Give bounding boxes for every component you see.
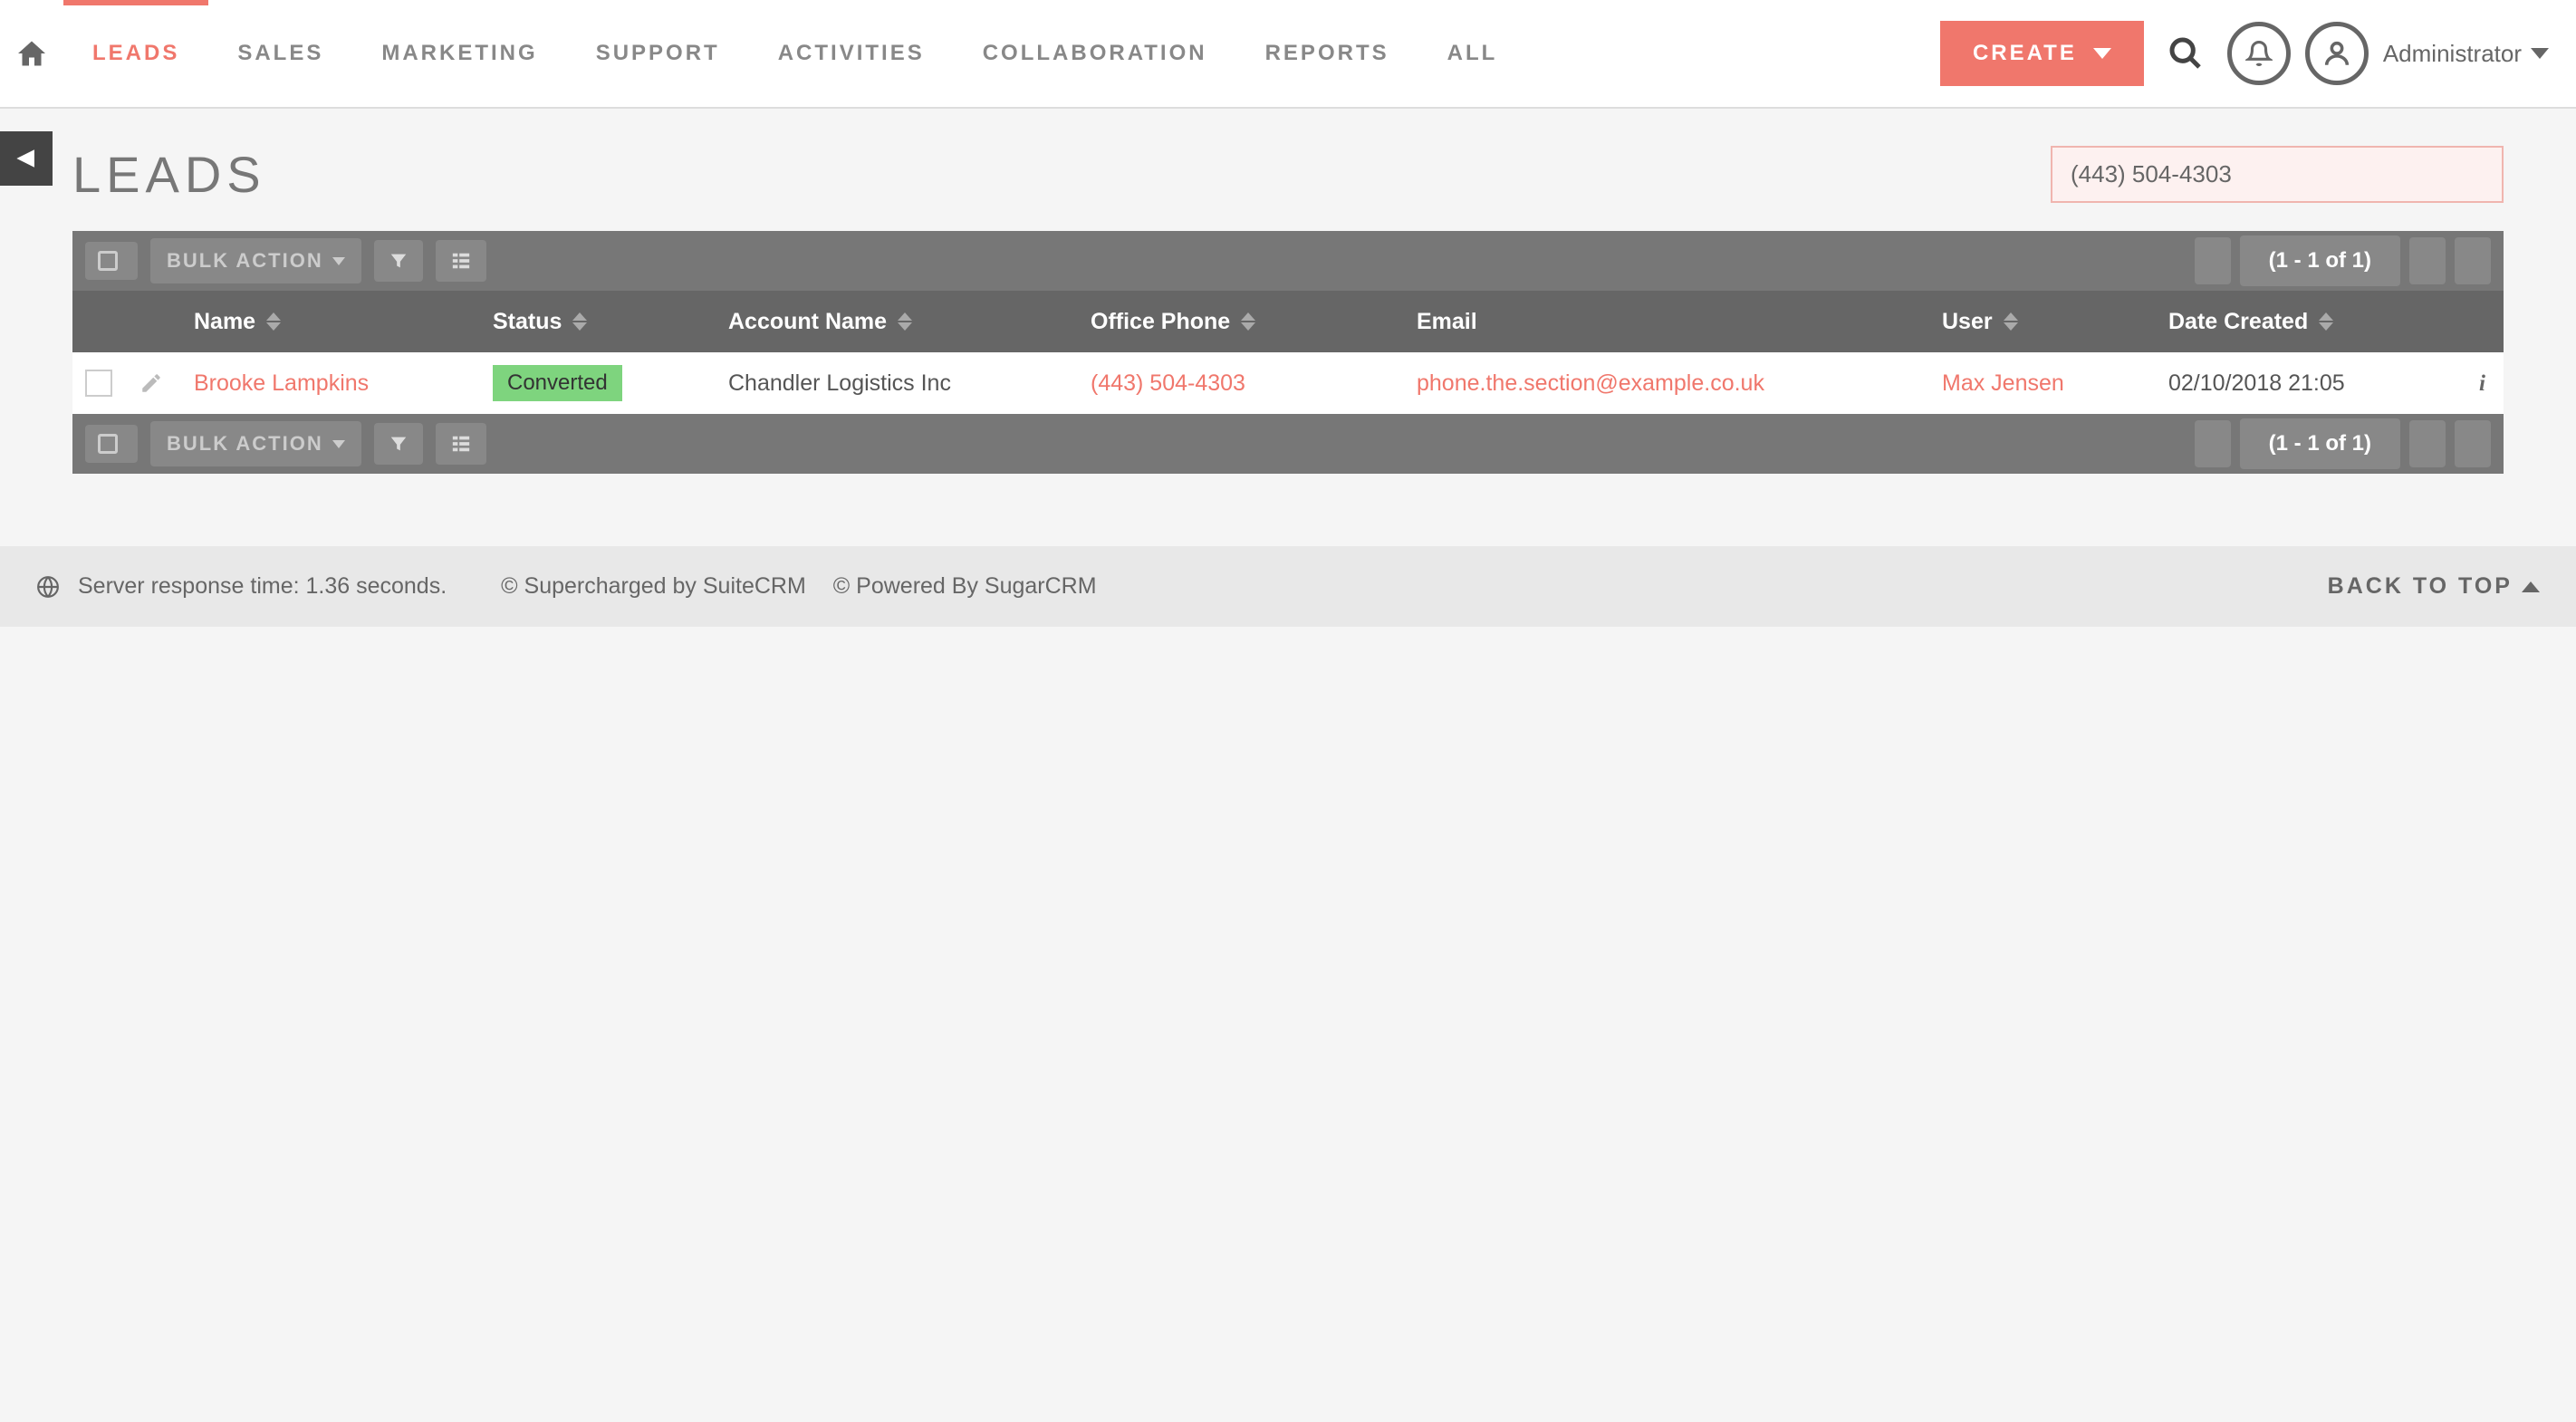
col-header-user[interactable]: User [1942,309,2168,335]
create-label: CREATE [1973,41,2077,66]
col-header-account[interactable]: Account Name [728,309,1091,335]
user-icon[interactable] [2305,22,2369,85]
chevron-down-icon [332,440,345,448]
sort-icon [898,312,912,331]
back-to-top-label: BACK TO TOP [2328,573,2513,600]
date-created: 02/10/2018 21:05 [2168,370,2431,397]
nav-tab-marketing[interactable]: MARKETING [352,0,566,107]
home-icon[interactable] [0,37,63,70]
top-nav: LEADS SALES MARKETING SUPPORT ACTIVITIES… [0,0,2576,109]
filter-button[interactable] [374,423,423,465]
notifications-icon[interactable] [2227,22,2291,85]
user-link[interactable]: Max Jensen [1942,370,2064,396]
page-header: LEADS [72,145,2504,204]
info-icon[interactable]: i [2479,371,2485,396]
chevron-up-icon [2522,581,2540,592]
table-row: Brooke Lampkins Converted Chandler Logis… [72,352,2504,414]
columns-button[interactable] [436,423,486,465]
col-header-date[interactable]: Date Created [2168,309,2431,335]
status-badge: Converted [493,365,622,401]
email-link[interactable]: phone.the.section@example.co.uk [1417,370,1764,396]
toolbar-top: BULK ACTION (1 - 1 of 1) [72,231,2504,291]
nav-tab-reports[interactable]: REPORTS [1236,0,1418,107]
toolbar-right: (1 - 1 of 1) [2195,235,2491,286]
search-input[interactable] [2051,146,2504,203]
page-next-button[interactable] [2409,237,2446,284]
page-first-button[interactable] [2195,420,2231,467]
filter-button[interactable] [374,240,423,282]
chevron-down-icon [2531,48,2549,59]
bulk-action-button[interactable]: BULK ACTION [150,238,361,283]
nav-tab-all[interactable]: ALL [1418,0,1527,107]
phone-link[interactable]: (443) 504-4303 [1091,370,1245,396]
col-header-name[interactable]: Name [194,309,493,335]
nav-tab-support[interactable]: SUPPORT [567,0,749,107]
sort-icon [2319,312,2333,331]
select-all-toggle[interactable] [85,425,138,463]
response-time: Server response time: 1.36 seconds. [78,573,447,600]
globe-icon [36,575,60,599]
page-last-button[interactable] [2455,420,2491,467]
page-next-button[interactable] [2409,420,2446,467]
columns-button[interactable] [436,240,486,282]
page-last-button[interactable] [2455,237,2491,284]
select-all-toggle[interactable] [85,242,138,280]
col-header-email[interactable]: Email [1417,309,1942,335]
back-to-top-button[interactable]: BACK TO TOP [2328,573,2540,600]
chevron-down-icon [332,257,345,265]
search-icon[interactable] [2158,35,2213,72]
admin-label: Administrator [2383,40,2522,68]
sort-icon [572,312,587,331]
content: LEADS BULK ACTION (1 - 1 of 1) Name Stat… [0,109,2576,474]
bulk-action-label: BULK ACTION [167,249,323,273]
nav-tab-collaboration[interactable]: COLLABORATION [954,0,1236,107]
checkbox-icon [98,434,118,454]
table-header: Name Status Account Name Office Phone Em… [72,291,2504,352]
row-checkbox[interactable] [85,370,112,397]
toolbar-bottom: BULK ACTION (1 - 1 of 1) [72,414,2504,474]
pagination-info: (1 - 1 of 1) [2240,418,2400,469]
sort-icon [2004,312,2018,331]
toolbar-right: (1 - 1 of 1) [2195,418,2491,469]
checkbox-icon [98,251,118,271]
nav-tabs: LEADS SALES MARKETING SUPPORT ACTIVITIES… [63,0,1940,107]
powered-link[interactable]: © Powered By SugarCRM [833,573,1097,600]
pagination-info: (1 - 1 of 1) [2240,235,2400,286]
chevron-down-icon [2093,48,2111,59]
page-title: LEADS [72,145,266,204]
nav-tab-activities[interactable]: ACTIVITIES [749,0,954,107]
col-header-status[interactable]: Status [493,309,728,335]
admin-menu[interactable]: Administrator [2383,40,2549,68]
edit-icon[interactable] [139,371,194,395]
footer: Server response time: 1.36 seconds. © Su… [0,546,2576,627]
topnav-right: CREATE Administrator [1940,21,2567,86]
bulk-action-button[interactable]: BULK ACTION [150,421,361,466]
lead-name-link[interactable]: Brooke Lampkins [194,370,369,396]
nav-tab-sales[interactable]: SALES [208,0,352,107]
bulk-action-label: BULK ACTION [167,432,323,456]
side-panel-toggle[interactable] [0,131,53,186]
create-button[interactable]: CREATE [1940,21,2144,86]
col-header-phone[interactable]: Office Phone [1091,309,1417,335]
nav-tab-leads[interactable]: LEADS [63,0,208,107]
sort-icon [1241,312,1255,331]
account-name: Chandler Logistics Inc [728,370,1091,397]
page-first-button[interactable] [2195,237,2231,284]
sort-icon [266,312,281,331]
supercharged-link[interactable]: © Supercharged by SuiteCRM [501,573,806,600]
